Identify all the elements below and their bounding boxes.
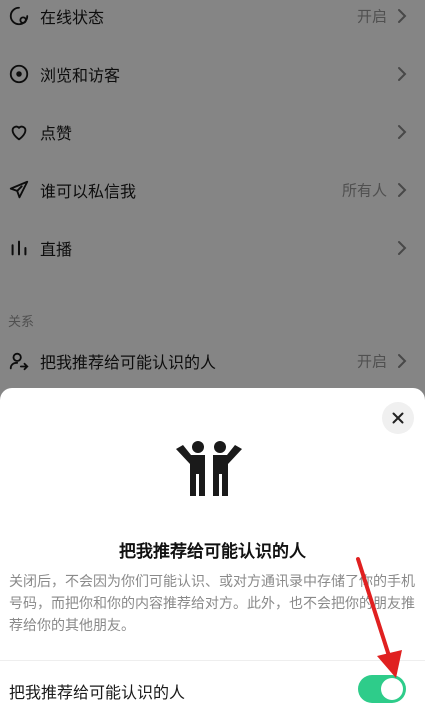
sheet-description: 关闭后，不会因为你们可能认识、或对方通讯录中存储了你的手机号码，而把你和你的内容… — [9, 574, 415, 634]
close-icon — [392, 412, 404, 424]
recommend-toggle[interactable] — [358, 675, 406, 703]
sheet-title: 把我推荐给可能认识的人 — [119, 542, 306, 562]
recommend-toggle-label: 把我推荐给可能认识的人 — [9, 683, 186, 702]
two-friends-icon — [176, 441, 242, 496]
toggle-knob — [381, 678, 403, 700]
close-button[interactable] — [382, 402, 414, 434]
divider — [0, 660, 425, 661]
